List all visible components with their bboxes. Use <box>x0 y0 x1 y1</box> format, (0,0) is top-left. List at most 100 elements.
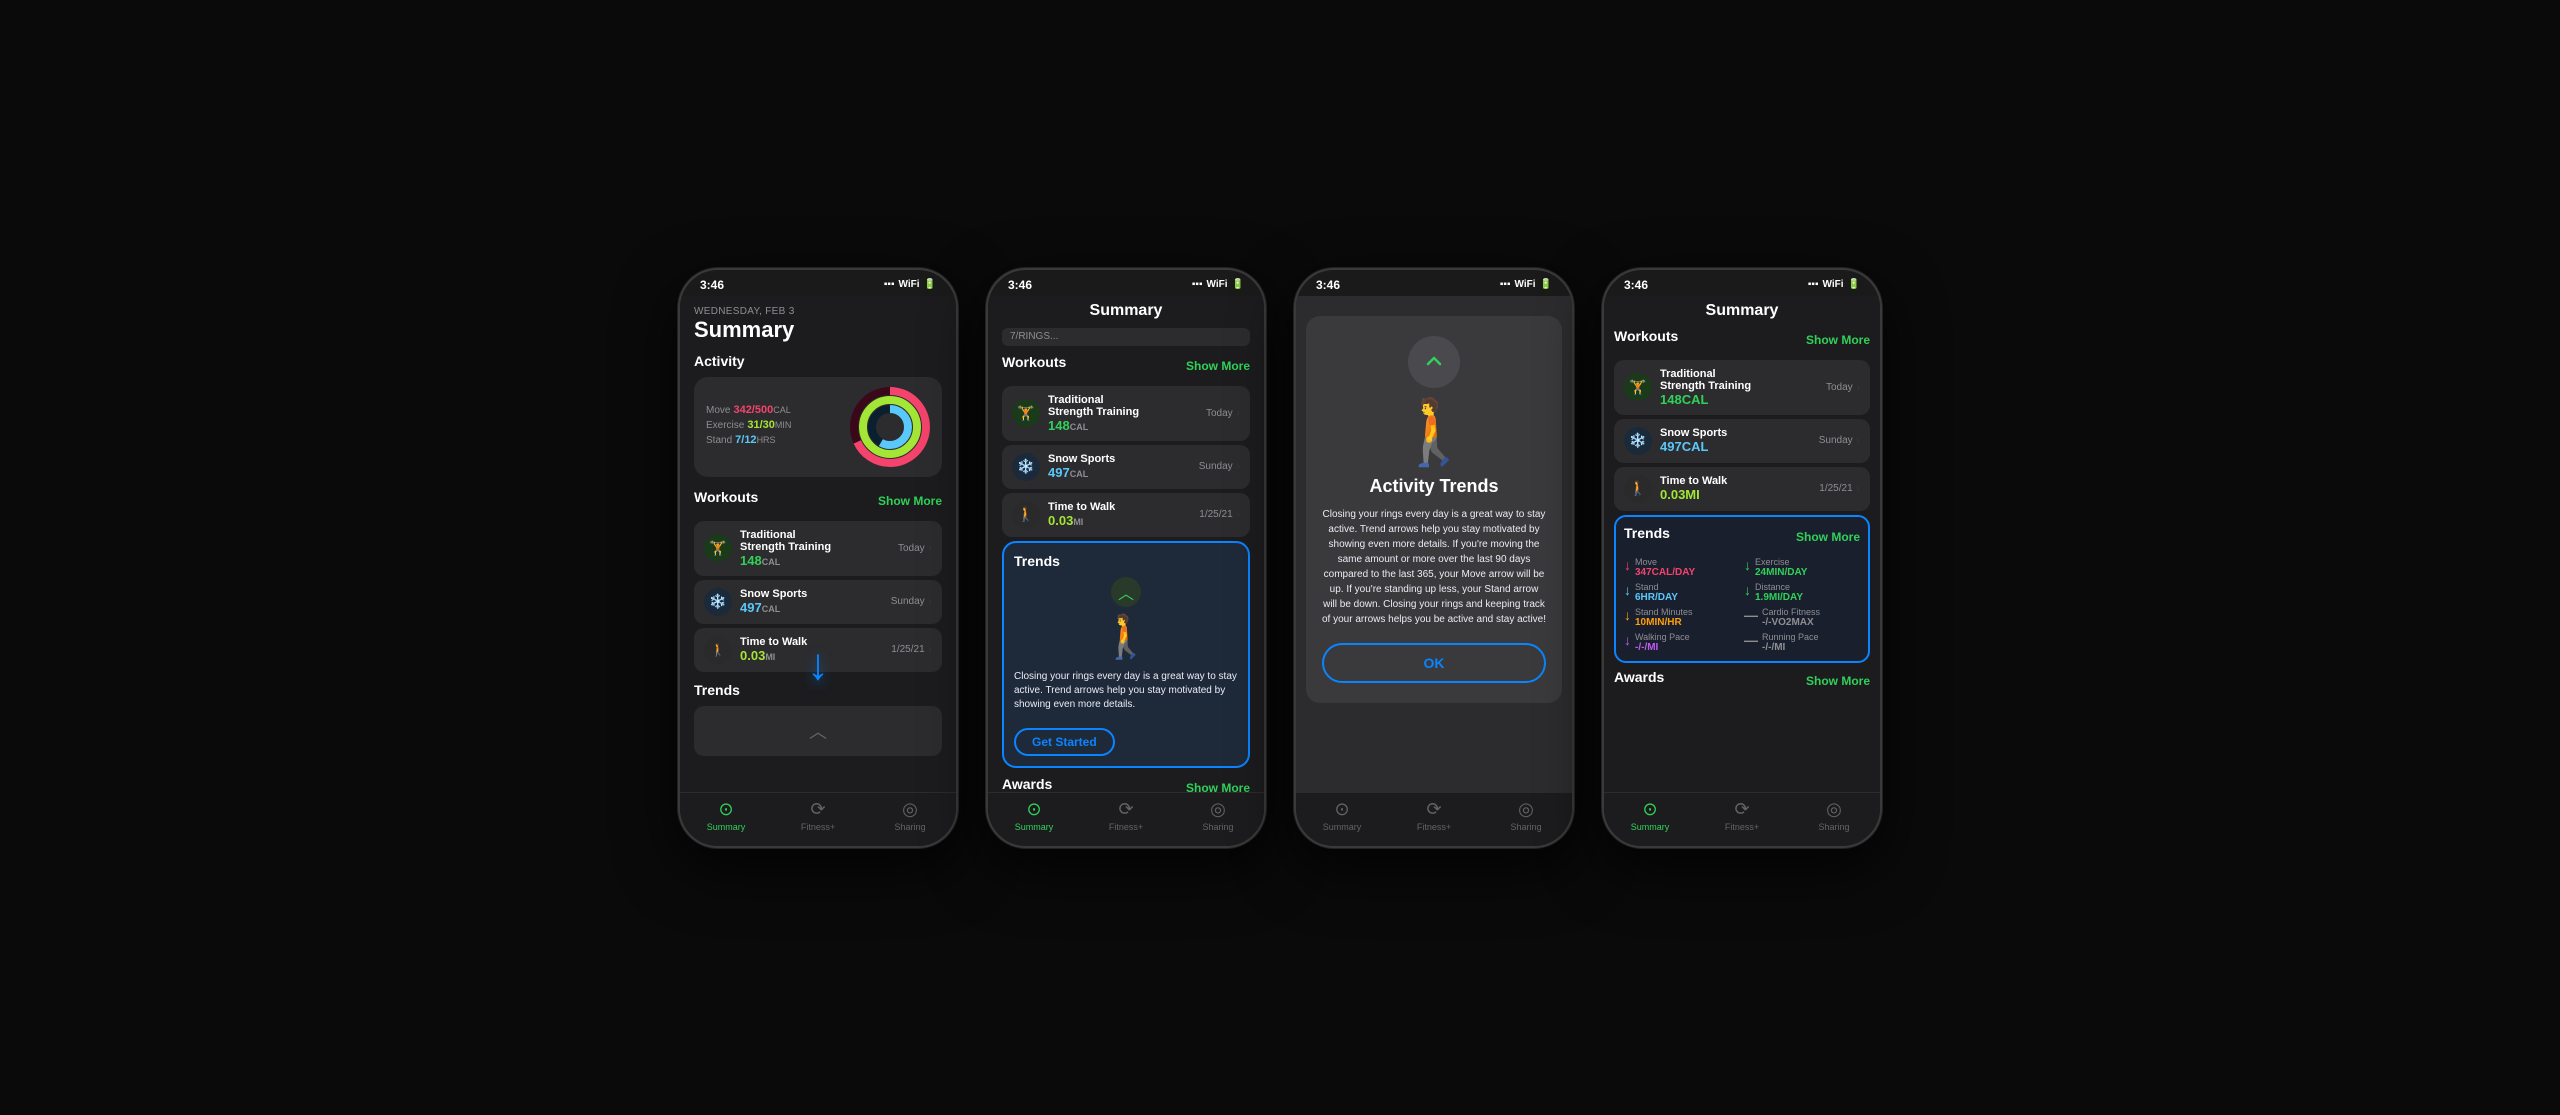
p4-workout-2-cal: 497CAL <box>1660 439 1727 454</box>
p4-workout-1[interactable]: 🏋️ TraditionalStrength Training 148CAL T… <box>1614 360 1870 415</box>
signal-icon-4: ▪▪▪ <box>1808 279 1819 290</box>
stand-trend-label: Stand <box>1635 582 1678 592</box>
battery-icon: 🔋 <box>924 279 936 290</box>
run-pace-trend-info: Running Pace -/-/MI <box>1762 632 1819 653</box>
p3-tab-sharing[interactable]: ◎ Sharing <box>1480 799 1572 832</box>
phone-2-content: Summary 7/RINGS... Workouts Show More 🏋️… <box>988 296 1264 832</box>
p2-fitness-label: Fitness+ <box>1109 822 1143 832</box>
p2-tab-sharing[interactable]: ◎ Sharing <box>1172 799 1264 832</box>
p4-trends-show-more[interactable]: Show More <box>1796 530 1860 544</box>
workout-2-date: Sunday <box>891 596 925 607</box>
p4-workout-3-date: 1/25/21 <box>1819 483 1852 494</box>
trends-preview-card: ︿ <box>694 706 942 756</box>
p2-workout-2-info: Snow Sports 497CAL <box>1048 453 1115 480</box>
signal-icon-2: ▪▪▪ <box>1192 279 1203 290</box>
p2-workout-2-left: ❄️ Snow Sports 497CAL <box>1012 453 1115 481</box>
p3-summary-label: Summary <box>1323 822 1362 832</box>
p2-workout-3-dist: 0.03MI <box>1048 513 1115 528</box>
modal-title: Activity Trends <box>1369 476 1498 497</box>
p2-show-more[interactable]: Show More <box>1186 359 1250 373</box>
p2-workout-1[interactable]: 🏋️ TraditionalStrength Training 148CAL T… <box>1002 386 1250 441</box>
trend-exercise: ↓ Exercise 24MIN/DAY <box>1744 557 1860 578</box>
p3-tab-fitness[interactable]: ⟳ Fitness+ <box>1388 799 1480 832</box>
p4-show-more[interactable]: Show More <box>1806 333 1870 347</box>
p4-tab-summary[interactable]: ⊙ Summary <box>1604 799 1696 832</box>
p4-workout-2-name: Snow Sports <box>1660 427 1727 439</box>
battery-icon-3: 🔋 <box>1540 279 1552 290</box>
activity-card[interactable]: Move 342/500CAL Exercise 31/30MIN Stand … <box>694 377 942 477</box>
trend-up-icon: ︿ <box>1111 577 1141 607</box>
wifi-icon-2: WiFi <box>1207 279 1228 290</box>
workout-2-info: Snow Sports 497CAL <box>740 588 807 615</box>
ok-button[interactable]: OK <box>1322 643 1546 683</box>
show-more-button[interactable]: Show More <box>878 494 942 508</box>
workout-1-name: TraditionalStrength Training <box>740 529 831 553</box>
phone-4-time: 3:46 <box>1624 278 1648 292</box>
p4-workout-2-left: ❄️ Snow Sports 497CAL <box>1624 427 1727 455</box>
move-row: Move 342/500CAL <box>706 404 840 416</box>
strength-icon: 🏋️ <box>704 534 732 562</box>
exercise-trend-info: Exercise 24MIN/DAY <box>1755 557 1807 578</box>
p2-workout-2-name: Snow Sports <box>1048 453 1115 465</box>
p2-workout-1-date: Today <box>1206 408 1233 419</box>
tab-sharing[interactable]: ◎ Sharing <box>864 799 956 832</box>
p2-workout-1-name: TraditionalStrength Training <box>1048 394 1139 418</box>
trend-walking-pace: ↓ Walking Pace -/-/MI <box>1624 632 1740 653</box>
get-started-button[interactable]: Get Started <box>1014 728 1115 756</box>
p4-workout-1-date: Today <box>1826 382 1853 393</box>
p4-workouts-title: Workouts <box>1614 328 1678 344</box>
exercise-value: 31/30MIN <box>747 419 791 431</box>
p2-awards-title: Awards <box>1002 776 1052 792</box>
p4-workout-1-info: TraditionalStrength Training 148CAL <box>1660 368 1751 407</box>
p2-workout-2-date: Sunday <box>1199 461 1233 472</box>
p2-workout-3[interactable]: 🚶 Time to Walk 0.03MI 1/25/21 › <box>1002 493 1250 537</box>
chevron-right-icon: › <box>929 543 932 554</box>
stand-row: Stand 7/12HRS <box>706 434 840 446</box>
p4-workout-3[interactable]: 🚶 Time to Walk 0.03MI 1/25/21 › <box>1614 467 1870 511</box>
p4-trends-header: Trends Show More <box>1624 525 1860 549</box>
exercise-trend-value: 24MIN/DAY <box>1755 567 1807 578</box>
partial-content: 7/RINGS... <box>1002 328 1250 346</box>
activity-trends-modal: 🚶 Activity Trends Closing your rings eve… <box>1306 316 1562 703</box>
tab-fitness[interactable]: ⟳ Fitness+ <box>772 799 864 832</box>
p4-workout-2-date-area: Sunday › <box>1819 435 1860 446</box>
p2-tab-summary[interactable]: ⊙ Summary <box>988 799 1080 832</box>
phone-3-tab-bar: ⊙ Summary ⟳ Fitness+ ◎ Sharing <box>1296 792 1572 846</box>
p4-chevron-2: › <box>1857 435 1860 446</box>
p2-workout-2[interactable]: ❄️ Snow Sports 497CAL Sunday › <box>1002 445 1250 489</box>
p2-workout-3-name: Time to Walk <box>1048 501 1115 513</box>
p4-workout-2[interactable]: ❄️ Snow Sports 497CAL Sunday › <box>1614 419 1870 463</box>
workout-1-card[interactable]: 🏋️ TraditionalStrength Training 148CAL T… <box>694 521 942 576</box>
p2-workout-3-info: Time to Walk 0.03MI <box>1048 501 1115 528</box>
phone-4-notch <box>1692 270 1792 296</box>
p4-tab-sharing[interactable]: ◎ Sharing <box>1788 799 1880 832</box>
p4-chevron-1: › <box>1857 382 1860 393</box>
phone-1-notch <box>768 270 868 296</box>
phone-3-content: 🚶 Activity Trends Closing your rings eve… <box>1296 296 1572 832</box>
workout-2-card[interactable]: ❄️ Snow Sports 497CAL Sunday › <box>694 580 942 624</box>
p2-workout-1-left: 🏋️ TraditionalStrength Training 148CAL <box>1012 394 1139 433</box>
modal-walking-icon: 🚶 <box>1394 400 1474 464</box>
modal-up-arrow-icon <box>1408 336 1460 388</box>
tab-summary[interactable]: ⊙ Summary <box>680 799 772 832</box>
battery-icon-2: 🔋 <box>1232 279 1244 290</box>
summary-icon: ⊙ <box>718 799 733 820</box>
move-value: 342/500CAL <box>733 404 790 416</box>
p4-tab-fitness[interactable]: ⟳ Fitness+ <box>1696 799 1788 832</box>
p2-fitness-icon: ⟳ <box>1118 799 1133 820</box>
p3-tab-summary[interactable]: ⊙ Summary <box>1296 799 1388 832</box>
workouts-title: Workouts <box>694 489 758 505</box>
p2-workout-1-date-area: Today › <box>1206 408 1240 419</box>
p2-workout-1-info: TraditionalStrength Training 148CAL <box>1048 394 1139 433</box>
p2-tab-fitness[interactable]: ⟳ Fitness+ <box>1080 799 1172 832</box>
p2-workout-2-date-area: Sunday › <box>1199 461 1240 472</box>
chevron-up-svg <box>1422 350 1446 374</box>
p4-snow-icon: ❄️ <box>1624 427 1652 455</box>
stand-min-trend-info: Stand Minutes 10MIN/HR <box>1635 607 1693 628</box>
p2-workout-2-cal: 497CAL <box>1048 465 1115 480</box>
run-pace-trend-value: -/-/MI <box>1762 642 1819 653</box>
activity-title: Activity <box>694 353 942 369</box>
trends-icon-area: ︿ 🚶 <box>1014 577 1238 662</box>
p4-awards-show-more[interactable]: Show More <box>1806 674 1870 688</box>
move-trend-info: Move 347CAL/DAY <box>1635 557 1695 578</box>
